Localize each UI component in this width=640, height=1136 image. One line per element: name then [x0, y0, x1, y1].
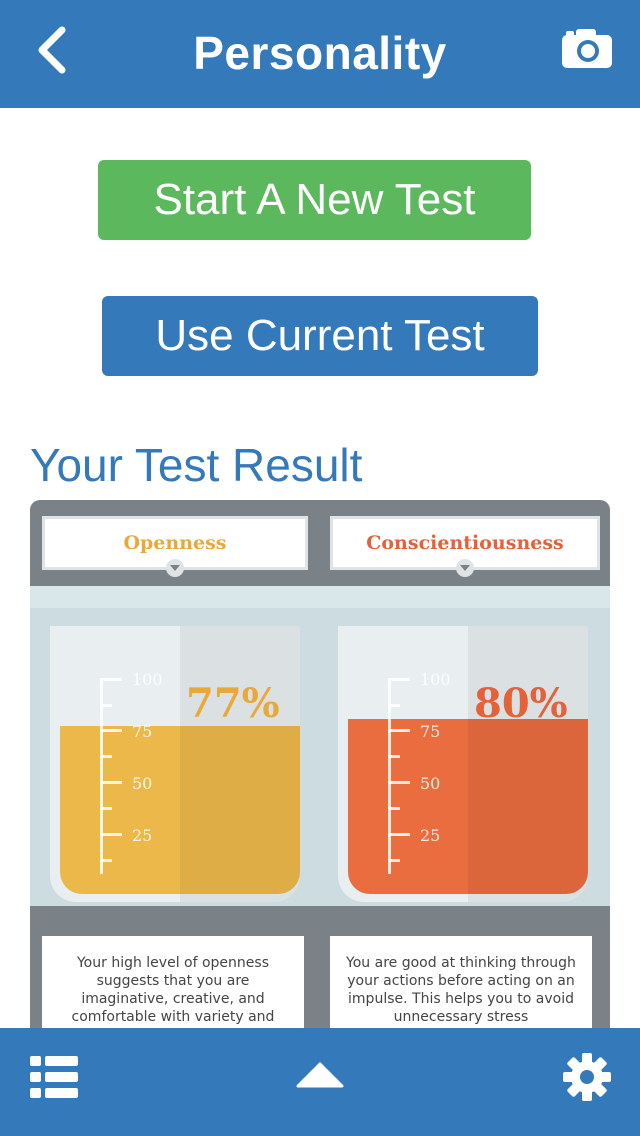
scale-label: 25 [420, 826, 441, 845]
start-new-test-button[interactable]: Start A New Test [98, 160, 531, 240]
percent-openness: 77% [186, 680, 280, 727]
trait-description-conscientiousness: You are good at thinking through your ac… [330, 936, 592, 1036]
chevron-down-icon [456, 559, 474, 577]
scale-label: 25 [132, 826, 153, 845]
beaker-openness: 100 75 50 25 77% [40, 626, 310, 906]
gear-icon [563, 1053, 611, 1101]
list-icon [30, 1056, 78, 1098]
camera-button[interactable] [560, 26, 614, 70]
trait-name: Conscientiousness [366, 532, 564, 554]
camera-icon [562, 29, 612, 68]
trait-name: Openness [123, 532, 227, 554]
result-heading: Your Test Result [30, 439, 363, 491]
trait-description-openness: Your high level of openness suggests tha… [42, 936, 304, 1036]
list-button[interactable] [30, 1052, 80, 1102]
scale-label: 50 [420, 774, 441, 793]
bottom-toolbar [0, 1028, 640, 1136]
scale-label: 100 [132, 670, 163, 689]
scale-label: 75 [132, 722, 153, 741]
triangle-up-icon [296, 1062, 344, 1088]
percent-conscientiousness: 80% [474, 680, 568, 727]
scale-label: 75 [420, 722, 441, 741]
app-header: Personality [0, 0, 640, 108]
beaker-conscientiousness: 100 75 50 25 80% [328, 626, 598, 906]
chevron-down-icon [166, 559, 184, 577]
scroll-up-button[interactable] [296, 1060, 344, 1090]
scale-label: 100 [420, 670, 451, 689]
use-current-test-button[interactable]: Use Current Test [102, 296, 538, 376]
trait-label-conscientiousness: Conscientiousness [330, 516, 600, 577]
page-title: Personality [193, 27, 447, 79]
trait-label-openness: Openness [42, 516, 308, 577]
scale-label: 50 [132, 774, 153, 793]
settings-button[interactable] [560, 1050, 614, 1104]
